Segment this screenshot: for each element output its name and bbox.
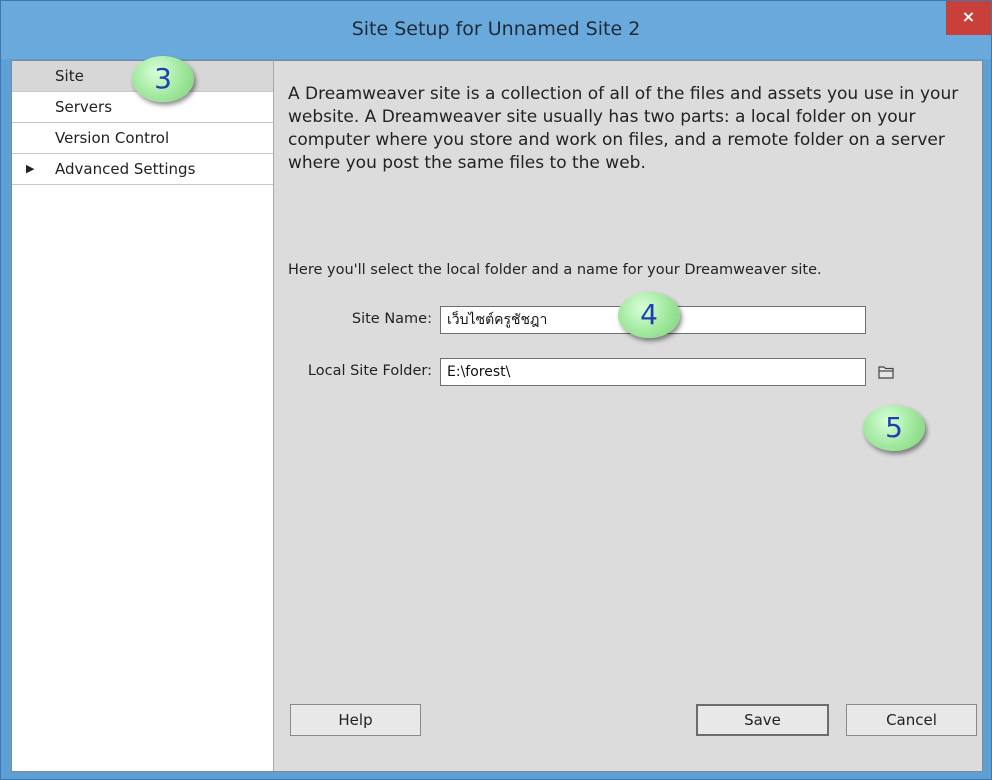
- site-name-label: Site Name:: [351, 311, 432, 327]
- sidebar-item-label: Advanced Settings: [55, 160, 196, 178]
- dialog-body: Site Servers Version Control ▶ Advanced …: [11, 60, 983, 772]
- title-bar: Site Setup for Unnamed Site 2 ×: [1, 1, 991, 59]
- close-button[interactable]: ×: [946, 1, 991, 35]
- site-description: A Dreamweaver site is a collection of al…: [288, 84, 959, 173]
- folder-icon[interactable]: [878, 365, 894, 379]
- save-button[interactable]: Save: [696, 704, 829, 736]
- sidebar-item-version-control[interactable]: Version Control: [12, 123, 273, 154]
- category-sidebar: Site Servers Version Control ▶ Advanced …: [12, 61, 274, 771]
- expand-arrow-icon[interactable]: ▶: [26, 154, 34, 184]
- local-site-folder-label: Local Site Folder:: [307, 363, 432, 379]
- sidebar-item-advanced-settings[interactable]: ▶ Advanced Settings: [12, 154, 273, 185]
- local-site-folder-input[interactable]: E:\forest\: [440, 358, 866, 386]
- instruction-text: Here you'll select the local folder and …: [288, 262, 822, 278]
- help-button[interactable]: Help: [290, 704, 421, 736]
- step-5-marker: 5: [863, 405, 925, 451]
- cancel-button[interactable]: Cancel: [846, 704, 977, 736]
- dialog-title: Site Setup for Unnamed Site 2: [351, 18, 641, 40]
- sidebar-item-label: Site: [55, 67, 84, 85]
- step-4-marker: 4: [618, 292, 680, 338]
- sidebar-item-label: Servers: [55, 98, 113, 116]
- site-setup-dialog: Site Setup for Unnamed Site 2 × Site Ser…: [0, 0, 992, 780]
- sidebar-item-label: Version Control: [55, 129, 170, 147]
- step-3-marker: 3: [132, 56, 194, 102]
